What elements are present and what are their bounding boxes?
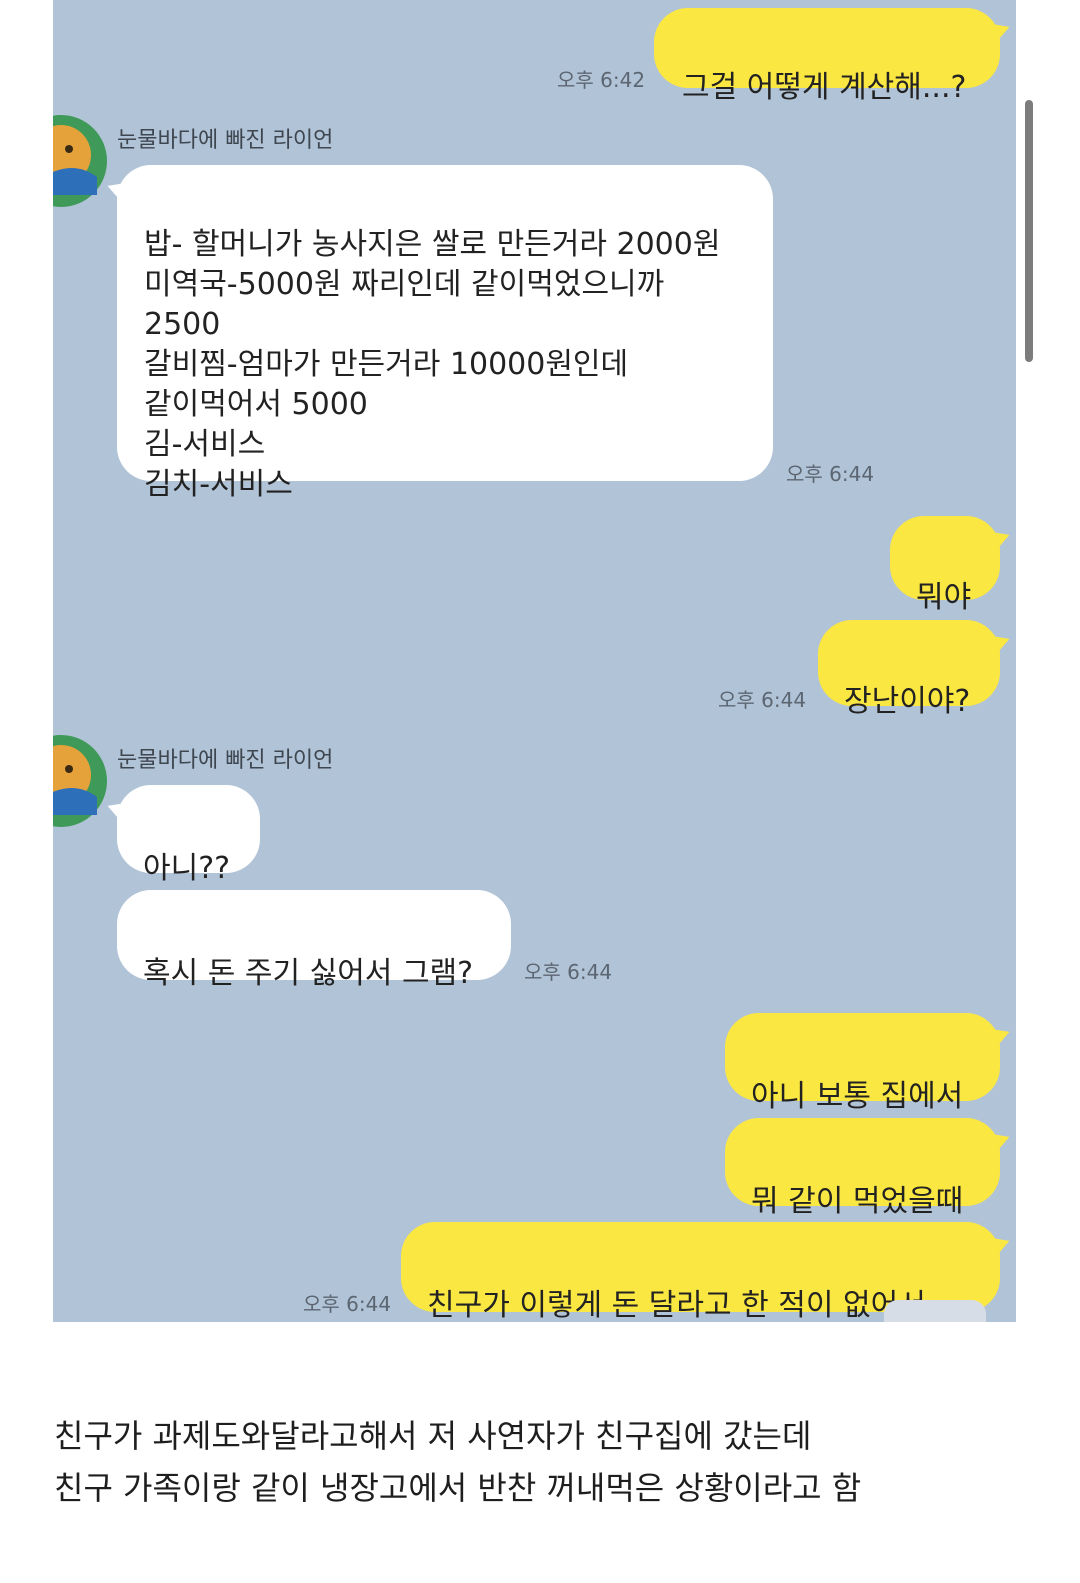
sender-avatar[interactable] bbox=[53, 115, 109, 207]
my-message-bubble[interactable]: 뭐 같이 먹었을때 bbox=[725, 1118, 1000, 1219]
message-text: 뭐야 bbox=[916, 580, 972, 615]
their-message-bubble[interactable]: 밥- 할머니가 농사지은 쌀로 만든거라 2000원 미역국-5000원 짜리인… bbox=[117, 165, 773, 502]
scrollbar[interactable] bbox=[1025, 100, 1033, 362]
caption-line-1: 친구가 과제도와달라고해서 저 사연자가 친구집에 갔는데 bbox=[54, 1417, 812, 1455]
scroll-down-button[interactable] bbox=[884, 1300, 986, 1322]
message-text: 친구가 이렇게 돈 달라고 한 적이 없어서... bbox=[427, 1288, 955, 1322]
message-time: 오후 6:44 bbox=[718, 688, 807, 712]
sender-name: 눈물바다에 빠진 라이언 bbox=[117, 128, 334, 153]
message-text: 장난이야? bbox=[844, 684, 971, 719]
my-message-bubble[interactable]: 친구가 이렇게 돈 달라고 한 적이 없어서... bbox=[401, 1222, 1000, 1322]
message-text: 아니?? bbox=[143, 851, 231, 886]
message-time: 오후 6:44 bbox=[524, 960, 613, 984]
their-message-bubble[interactable]: 아니?? bbox=[117, 785, 260, 886]
message-time: 오후 6:42 bbox=[557, 68, 646, 92]
ryan-avatar-icon bbox=[53, 735, 107, 827]
my-message-bubble[interactable]: 아니 보통 집에서 bbox=[725, 1013, 1000, 1114]
their-message-bubble[interactable]: 혹시 돈 주기 싫어서 그램? bbox=[117, 890, 511, 991]
ryan-avatar-icon bbox=[53, 115, 107, 207]
my-message-bubble[interactable]: 장난이야? bbox=[818, 620, 1000, 719]
my-message-bubble[interactable]: 그걸 어떻게 계산해...? bbox=[654, 8, 1000, 105]
message-time: 오후 6:44 bbox=[786, 462, 875, 486]
sender-name: 눈물바다에 빠진 라이언 bbox=[117, 748, 334, 773]
message-time: 오후 6:44 bbox=[303, 1292, 392, 1316]
sender-avatar[interactable] bbox=[53, 735, 109, 827]
message-text: 아니 보통 집에서 bbox=[751, 1079, 964, 1114]
caption: 친구가 과제도와달라고해서 저 사연자가 친구집에 갔는데 친구 가족이랑 같이… bbox=[54, 1410, 1034, 1514]
my-message-bubble[interactable]: 뭐야 bbox=[890, 516, 1000, 615]
message-text: 밥- 할머니가 농사지은 쌀로 만든거라 2000원 미역국-5000원 짜리인… bbox=[144, 227, 721, 502]
message-text: 그걸 어떻게 계산해...? bbox=[682, 70, 967, 105]
chat-area[interactable]: 그걸 어떻게 계산해...? 오후 6:42 눈물바다에 빠진 라이언 밥- 할… bbox=[53, 0, 1016, 1322]
message-text: 뭐 같이 먹었을때 bbox=[751, 1184, 964, 1219]
caption-line-2: 친구 가족이랑 같이 냉장고에서 반찬 꺼내먹은 상황이라고 함 bbox=[54, 1469, 862, 1507]
message-text: 혹시 돈 주기 싫어서 그램? bbox=[143, 956, 474, 991]
